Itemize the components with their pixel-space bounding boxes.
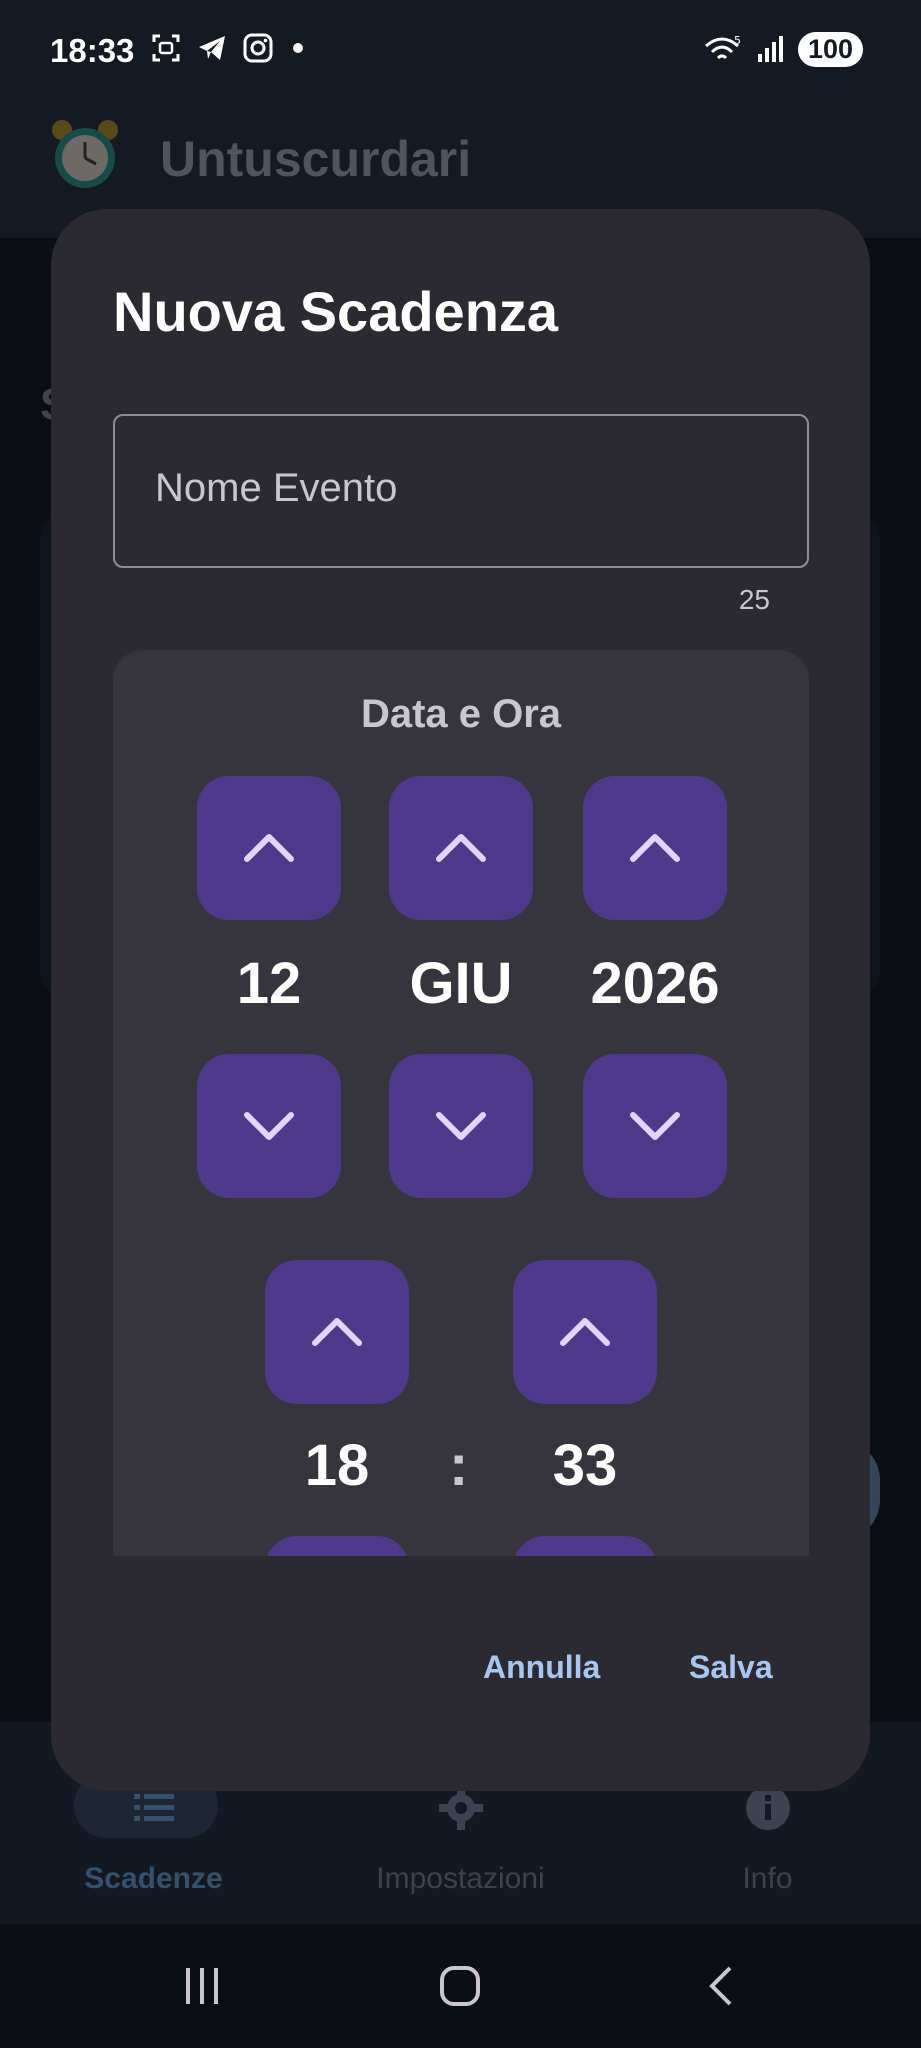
- day-value: 12: [236, 951, 302, 1016]
- year-increment-button[interactable]: [583, 776, 727, 920]
- dialog-title: Nuova Scadenza: [113, 280, 559, 343]
- minute-increment-button[interactable]: [513, 1260, 657, 1404]
- chevron-down-icon: [630, 1112, 680, 1140]
- date-time-label: Data e Ora: [360, 692, 562, 736]
- back-icon[interactable]: [700, 1964, 744, 2008]
- chevron-down-icon: [244, 1112, 294, 1140]
- screenshot-icon: [152, 34, 180, 62]
- minute-decrement-button[interactable]: [513, 1536, 657, 1556]
- day-decrement-button[interactable]: [197, 1054, 341, 1198]
- event-name-placeholder: Nome Evento: [155, 466, 398, 510]
- month-increment-button[interactable]: [389, 776, 533, 920]
- home-icon[interactable]: [438, 1964, 482, 2008]
- screen: 18:33 5 100 Untuscurdari Scadenze Impost…: [0, 0, 921, 2048]
- app-title: Untuscurdari: [160, 131, 472, 187]
- status-time: 18:33: [50, 32, 135, 69]
- nav-label-impostazioni: Impostazioni: [376, 1862, 545, 1895]
- minute-value: 33: [552, 1433, 618, 1498]
- new-deadline-dialog: Nuova Scadenza Nome Evento 25 Data e Ora…: [51, 209, 870, 1791]
- nav-label-scadenze: Scadenze: [84, 1862, 223, 1895]
- recent-apps-icon[interactable]: [180, 1964, 224, 2008]
- chevron-up-icon: [630, 834, 680, 862]
- signal-icon: [757, 35, 783, 62]
- nav-label-info: Info: [742, 1862, 793, 1895]
- telegram-icon: [199, 36, 225, 60]
- instagram-icon: [243, 33, 273, 63]
- month-decrement-button[interactable]: [389, 1054, 533, 1198]
- year-decrement-button[interactable]: [583, 1054, 727, 1198]
- dot-icon: [293, 43, 303, 53]
- chevron-up-icon: [312, 1318, 362, 1346]
- hour-value: 18: [304, 1433, 370, 1498]
- day-increment-button[interactable]: [197, 776, 341, 920]
- system-navigation-bar: [0, 1924, 921, 2048]
- year-value: 2026: [590, 951, 720, 1016]
- chevron-up-icon: [436, 834, 486, 862]
- time-separator: :: [449, 1433, 469, 1498]
- status-icons-left: [150, 32, 308, 64]
- wifi-icon: 5: [704, 34, 741, 59]
- event-name-input[interactable]: Nome Evento: [113, 414, 809, 568]
- status-icons-right: 5 100: [704, 32, 863, 67]
- cancel-button[interactable]: Annulla: [483, 1649, 600, 1686]
- chevron-up-icon: [244, 834, 294, 862]
- month-value: GIU: [409, 951, 513, 1016]
- chevron-down-icon: [436, 1112, 486, 1140]
- svg-text:5: 5: [734, 34, 741, 47]
- save-button[interactable]: Salva: [689, 1649, 773, 1686]
- character-counter: 25: [738, 584, 770, 615]
- chevron-up-icon: [560, 1318, 610, 1346]
- status-bar: 18:33 5 100: [0, 0, 921, 104]
- alarm-clock-icon: [52, 120, 118, 188]
- hour-increment-button[interactable]: [265, 1260, 409, 1404]
- battery-icon: 100: [797, 32, 863, 67]
- hour-decrement-button[interactable]: [265, 1536, 409, 1556]
- date-time-panel: Data e Ora 12 GIU 2026 18: 33: [113, 650, 809, 1556]
